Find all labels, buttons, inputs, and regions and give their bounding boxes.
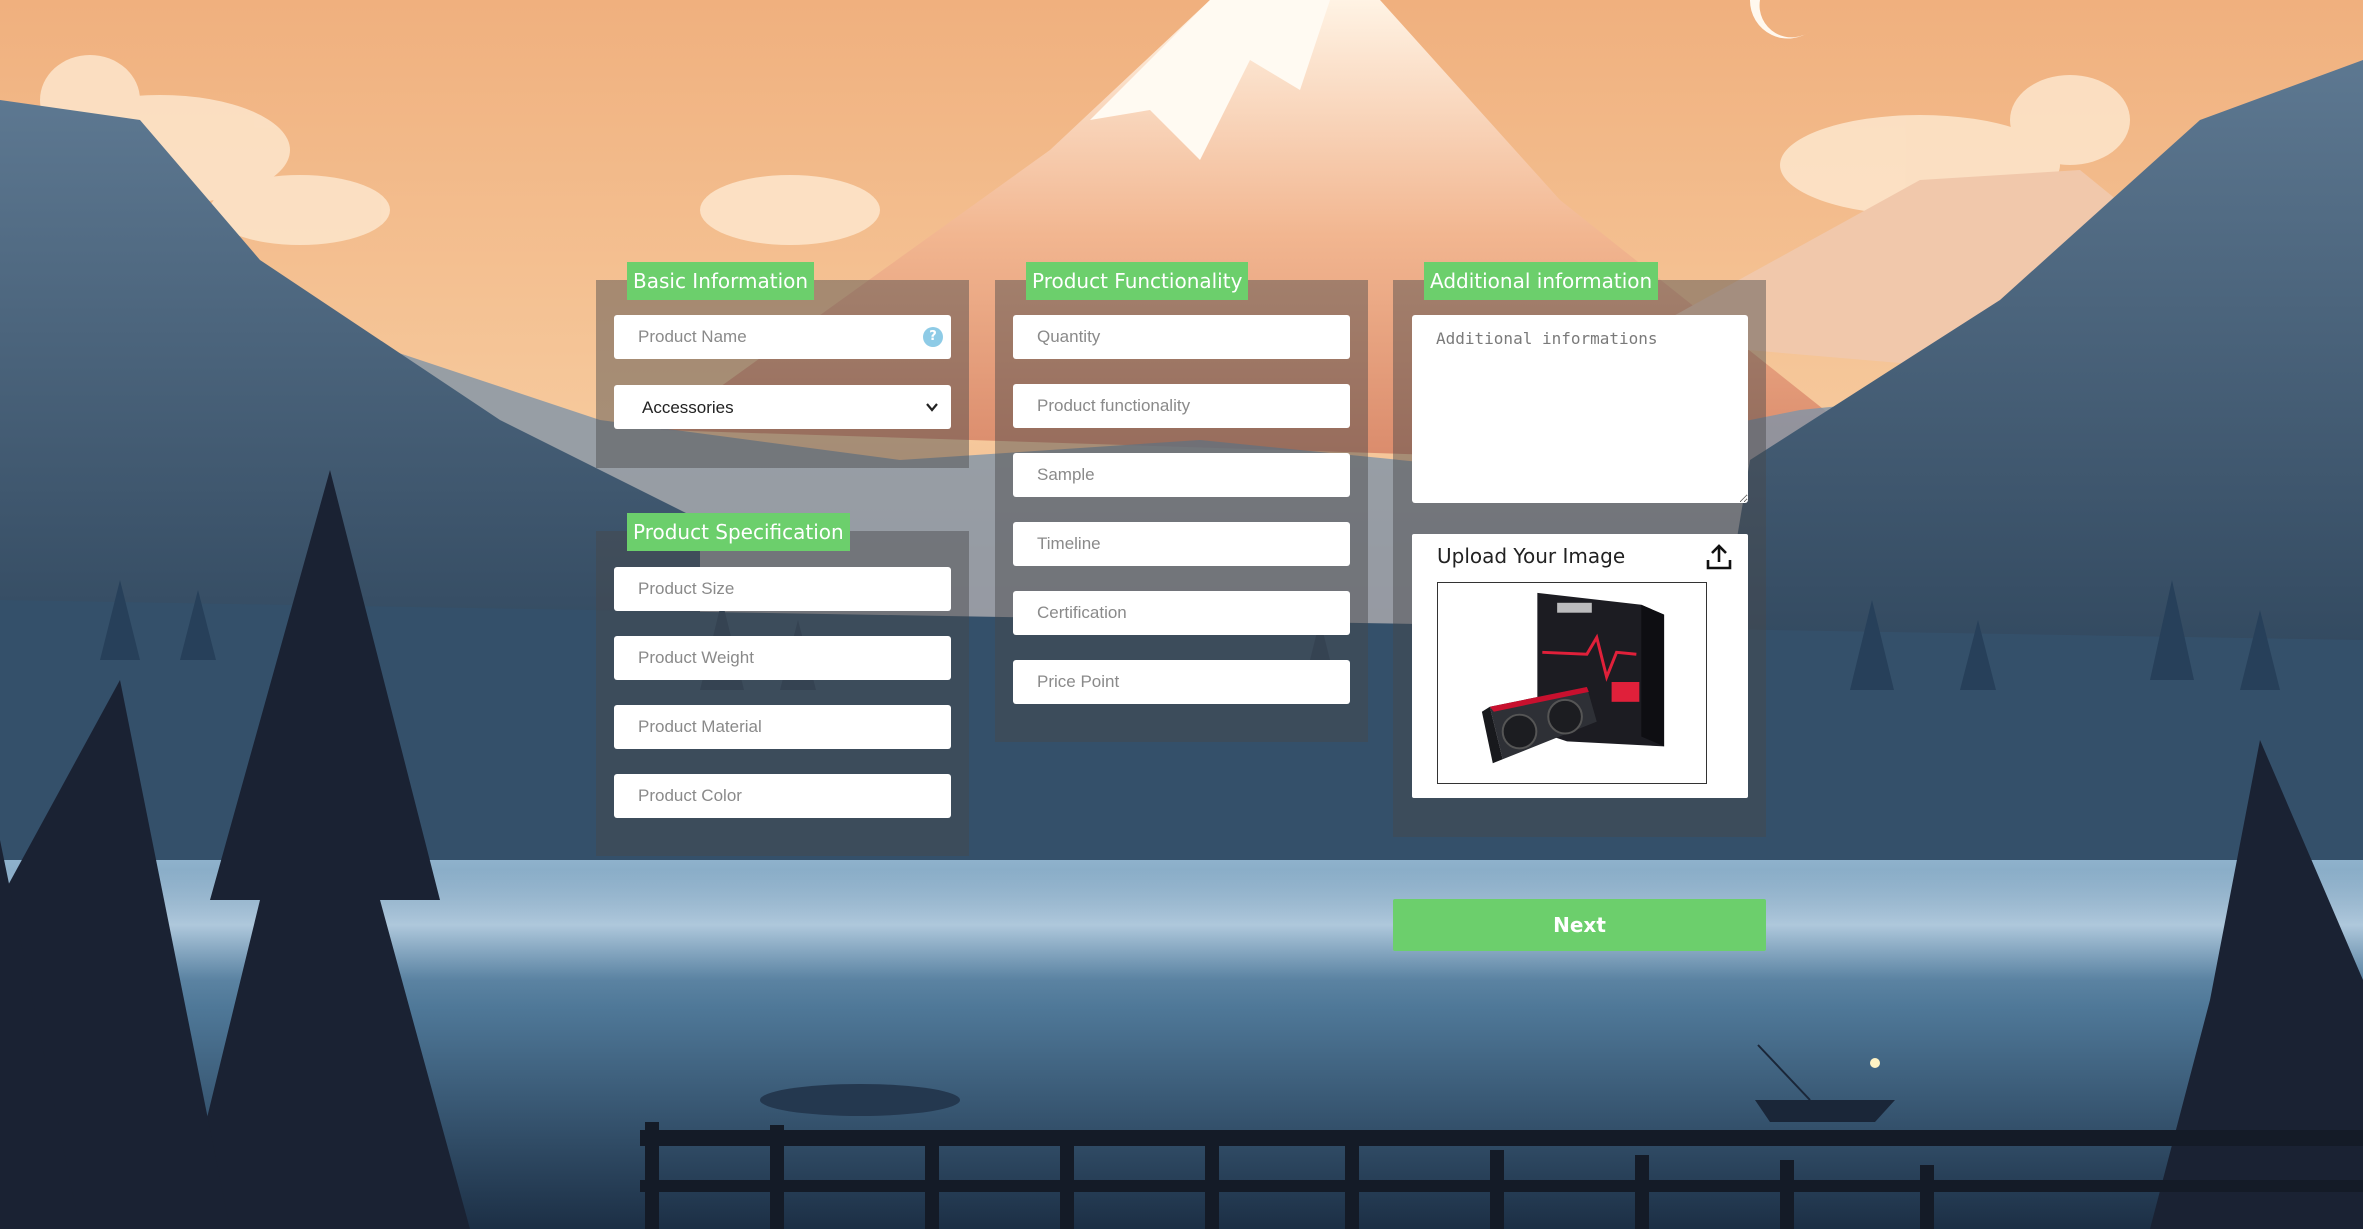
additional-information-textarea[interactable] <box>1412 315 1748 503</box>
product-size-input[interactable] <box>614 567 951 611</box>
category-dropdown[interactable]: Accessories <box>614 385 951 429</box>
product-functionality-heading: Product Functionality <box>1026 262 1249 300</box>
product-name-input[interactable] <box>614 315 951 359</box>
upload-title: Upload Your Image <box>1437 544 1626 568</box>
product-weight-input[interactable] <box>614 636 951 680</box>
product-specification-heading: Product Specification <box>627 513 850 551</box>
basic-information-panel <box>596 280 969 468</box>
timeline-input[interactable] <box>1013 522 1350 566</box>
graphics-card-image <box>1438 583 1706 783</box>
image-upload-box[interactable]: Upload Your Image <box>1412 534 1748 798</box>
sample-input[interactable] <box>1013 453 1350 497</box>
product-functionality-input[interactable] <box>1013 384 1350 428</box>
uploaded-image-preview <box>1437 582 1707 784</box>
product-material-input[interactable] <box>614 705 951 749</box>
additional-information-heading: Additional information <box>1424 262 1659 300</box>
next-button[interactable]: Next <box>1393 899 1766 951</box>
upload-icon[interactable] <box>1704 542 1734 572</box>
product-color-input[interactable] <box>614 774 951 818</box>
price-point-input[interactable] <box>1013 660 1350 704</box>
quantity-input[interactable] <box>1013 315 1350 359</box>
help-icon[interactable]: ? <box>923 327 943 347</box>
certification-input[interactable] <box>1013 591 1350 635</box>
basic-information-heading: Basic Information <box>627 262 815 300</box>
category-select[interactable]: Accessories <box>614 385 951 429</box>
